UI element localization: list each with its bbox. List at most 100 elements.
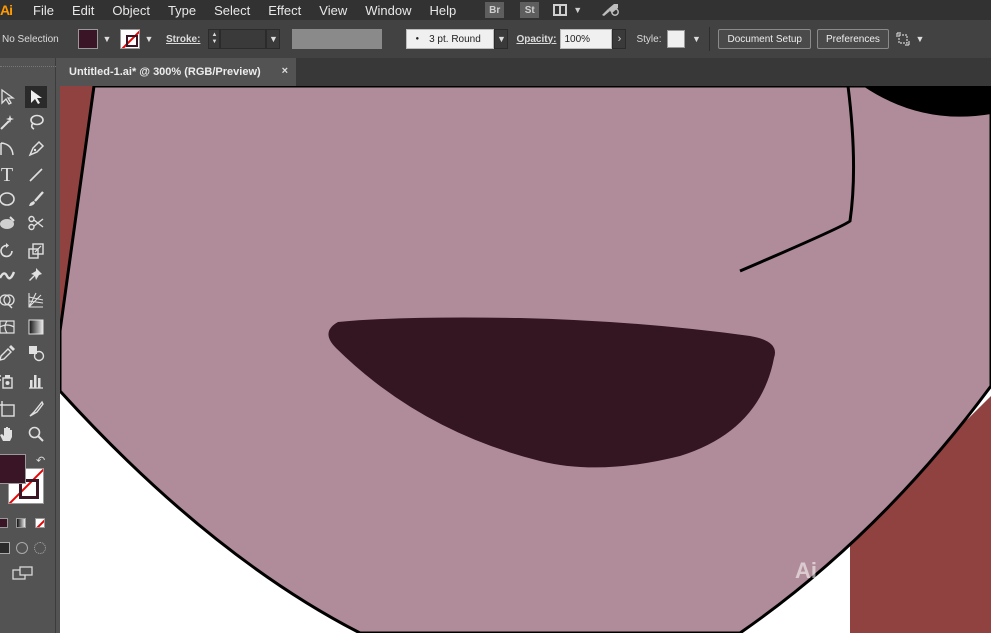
stock-button[interactable]: St — [520, 2, 540, 18]
paintbrush-tool[interactable] — [25, 188, 47, 210]
opacity-field[interactable]: 100% — [560, 29, 613, 49]
opacity-label[interactable]: Opacity: — [516, 34, 556, 45]
brush-dot-icon: ● — [415, 36, 420, 42]
shaper-tool[interactable] — [0, 212, 18, 234]
gradient-mode-button[interactable] — [16, 518, 26, 528]
menu-edit[interactable]: Edit — [63, 3, 103, 18]
magic-wand-tool[interactable] — [0, 111, 18, 133]
preferences-button[interactable]: Preferences — [816, 29, 889, 49]
width-tool[interactable] — [0, 264, 18, 286]
rotate-icon — [0, 243, 13, 258]
perspective-grid-icon — [28, 292, 44, 308]
tools-panel: T ↶ — [0, 58, 56, 633]
mesh-tool[interactable] — [0, 316, 18, 338]
menu-effect[interactable]: Effect — [259, 3, 310, 18]
brush-value: 3 pt. Round — [429, 33, 481, 45]
transform-icon — [896, 32, 910, 46]
arrow-icon — [31, 90, 42, 104]
column-graph-tool[interactable] — [25, 370, 47, 392]
stroke-dropdown[interactable]: ▼ — [142, 29, 156, 49]
document-setup-button[interactable]: Document Setup — [718, 29, 811, 49]
stroke-weight-dropdown[interactable]: ▼ — [266, 29, 281, 49]
shape-builder-tool[interactable] — [0, 289, 18, 311]
width-icon — [0, 271, 16, 280]
variable-width-profile[interactable] — [292, 29, 383, 49]
stroke-label[interactable]: Stroke: — [166, 34, 200, 45]
lasso-tool[interactable] — [25, 111, 47, 133]
fill-color-box[interactable] — [0, 454, 26, 484]
menu-window[interactable]: Window — [356, 3, 420, 18]
artboard-tool[interactable] — [0, 398, 18, 420]
scale-tool[interactable] — [25, 240, 47, 262]
brush-definition[interactable]: ● 3 pt. Round — [406, 29, 495, 49]
screen-mode-button[interactable] — [12, 566, 33, 580]
color-mode-button[interactable] — [0, 518, 8, 528]
menu-select[interactable]: Select — [205, 3, 259, 18]
stroke-swatch[interactable] — [120, 29, 140, 49]
scale-icon — [28, 243, 44, 259]
draw-behind-icon[interactable] — [16, 542, 28, 554]
artboard-canvas[interactable]: Ai — [60, 86, 991, 633]
brush-dropdown[interactable]: ▼ — [494, 29, 509, 49]
control-bar: No Selection ▼ ▼ Stroke: ▲ ▼ ▼ ● 3 pt. Ro… — [0, 20, 991, 58]
symbol-sprayer-tool[interactable] — [0, 370, 18, 392]
graphic-style-swatch[interactable] — [667, 30, 686, 48]
artwork[interactable]: Ai — [60, 86, 991, 633]
gradient-tool[interactable] — [25, 316, 47, 338]
stroke-weight-field[interactable] — [220, 29, 267, 49]
swap-arrow-icon[interactable]: ↶ — [36, 454, 45, 467]
fill-dropdown[interactable]: ▼ — [100, 29, 114, 49]
type-tool[interactable]: T — [0, 164, 18, 186]
close-icon[interactable]: × — [282, 65, 288, 77]
style-label: Style: — [636, 33, 662, 45]
ellipse-tool[interactable] — [0, 188, 18, 210]
selection-status: No Selection — [2, 33, 59, 45]
artboard-icon — [0, 401, 15, 417]
draw-normal-icon[interactable] — [0, 542, 10, 554]
menu-object[interactable]: Object — [103, 3, 159, 18]
pen-tool[interactable] — [25, 138, 47, 160]
chevron-down-icon: ▼ — [573, 5, 583, 15]
bridge-button[interactable]: Br — [485, 2, 505, 18]
pin-icon — [29, 268, 42, 281]
app-logo: Ai — [0, 2, 13, 18]
blend-tool[interactable] — [25, 342, 47, 364]
arrange-documents-button[interactable]: ▼ — [553, 4, 582, 16]
hand-tool[interactable] — [0, 423, 18, 445]
type-icon: T — [0, 163, 14, 186]
zoom-tool[interactable] — [25, 423, 47, 445]
column-graph-icon — [29, 375, 43, 389]
menu-bar: Ai File Edit Object Type Select Effect V… — [0, 0, 991, 20]
gpu-performance-button[interactable] — [600, 3, 620, 17]
scissors-tool[interactable] — [25, 212, 47, 234]
perspective-grid-tool[interactable] — [25, 289, 47, 311]
rotate-tool[interactable] — [0, 240, 18, 262]
draw-inside-icon[interactable] — [34, 542, 46, 554]
document-tab[interactable]: Untitled-1.ai* @ 300% (RGB/Preview) × — [60, 58, 296, 86]
menu-type[interactable]: Type — [159, 3, 205, 18]
graphic-style-dropdown[interactable]: ▼ — [689, 29, 703, 49]
curvature-icon — [0, 142, 14, 156]
arrange-panel-button[interactable]: ▼ — [895, 29, 927, 49]
magic-wand-icon — [0, 115, 14, 130]
slice-tool[interactable] — [25, 398, 47, 420]
panel-grip[interactable] — [0, 66, 56, 68]
opacity-arrow[interactable]: › — [612, 29, 627, 49]
menu-help[interactable]: Help — [420, 3, 465, 18]
direct-selection-tool[interactable] — [0, 86, 18, 108]
scissors-icon — [28, 215, 44, 231]
menu-view[interactable]: View — [310, 3, 356, 18]
document-tab-bar: Untitled-1.ai* @ 300% (RGB/Preview) × — [60, 58, 991, 86]
none-mode-button[interactable] — [35, 518, 45, 528]
puppet-warp-tool[interactable] — [25, 264, 47, 286]
stroke-weight-stepper[interactable]: ▲ ▼ — [208, 29, 221, 49]
eyedropper-tool[interactable] — [0, 342, 18, 364]
fill-swatch[interactable] — [78, 29, 98, 49]
pen-icon — [28, 140, 45, 157]
rocket-icon — [602, 4, 620, 16]
curvature-tool[interactable] — [0, 138, 18, 160]
divider — [709, 27, 711, 51]
line-segment-tool[interactable] — [25, 164, 47, 186]
menu-file[interactable]: File — [24, 3, 63, 18]
selection-tool[interactable] — [25, 86, 47, 108]
